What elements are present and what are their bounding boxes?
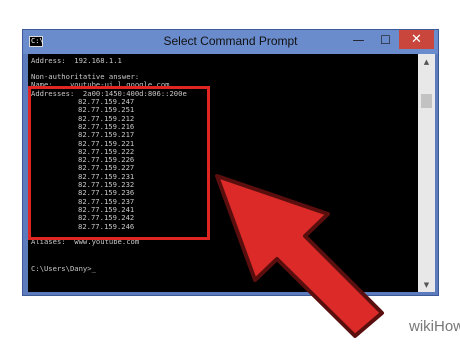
wikihow-watermark: wikiHow xyxy=(409,318,460,335)
red-arrow-icon xyxy=(215,174,384,338)
